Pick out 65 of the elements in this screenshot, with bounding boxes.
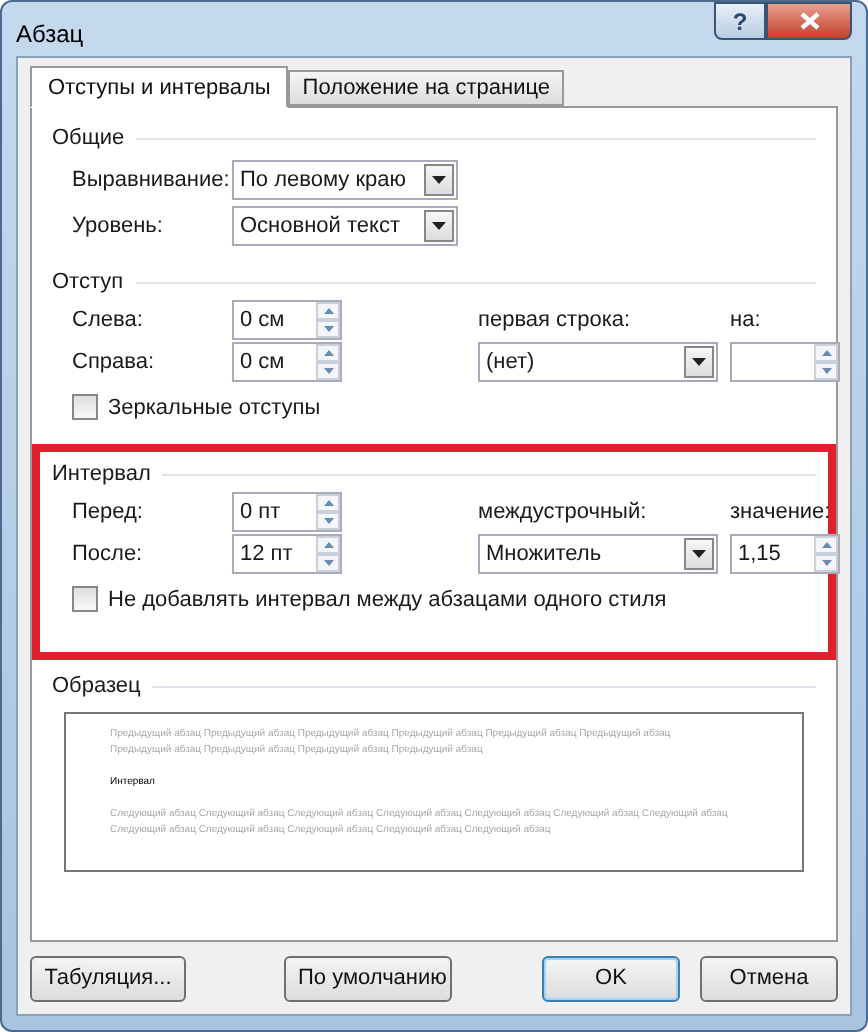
tab[interactable]: Положение на странице [288, 70, 565, 106]
field-label: Слева: [72, 308, 145, 332]
up-arrow-icon [323, 350, 333, 356]
up-arrow-icon [323, 500, 333, 506]
field-label: Выравнивание: [72, 167, 232, 191]
spinner-field[interactable]: 0 пт [232, 492, 342, 532]
spin-up-button[interactable] [814, 344, 838, 362]
spinner-field[interactable]: 0 см [232, 342, 342, 382]
up-arrow-icon [821, 350, 831, 356]
help-button[interactable]: ? [714, 2, 766, 40]
spinner-field[interactable]: 0 см [232, 300, 342, 340]
down-arrow-icon [821, 560, 831, 566]
down-arrow-icon [323, 326, 333, 332]
down-arrow-icon [323, 518, 333, 524]
field-label: на: [730, 308, 763, 332]
dropdown-arrow-icon [432, 221, 446, 229]
field-label: первая строка: [478, 308, 633, 332]
section-title: Образец [52, 674, 141, 698]
spinner-field[interactable] [730, 342, 840, 382]
spin-down-button[interactable] [316, 320, 340, 338]
field-label: междустрочный: [478, 500, 649, 524]
spin-down-button[interactable] [814, 362, 838, 380]
field-label: Уровень: [72, 213, 165, 237]
down-arrow-icon [323, 560, 333, 566]
checkbox[interactable] [72, 586, 98, 612]
dialog-button[interactable]: Отмена [700, 955, 838, 1001]
dialog-button[interactable]: По умолчанию [284, 955, 452, 1001]
dialog-button[interactable]: OK [542, 955, 680, 1001]
spin-up-button[interactable] [316, 302, 340, 320]
section-title: Общие [52, 126, 125, 150]
spin-up-button[interactable] [316, 494, 340, 512]
spin-up-button[interactable] [316, 536, 340, 554]
spin-up-button[interactable] [814, 536, 838, 554]
window-title: Абзац [16, 20, 84, 48]
checkbox-label: Зеркальные отступы [108, 395, 321, 419]
section-title: Интервал [52, 462, 151, 486]
field-label: Справа: [72, 350, 157, 374]
tab[interactable]: Отступы и интервалы [30, 66, 289, 108]
close-button[interactable] [766, 2, 852, 40]
checkbox[interactable] [72, 394, 98, 420]
spinner-field[interactable]: 1,15 [730, 534, 840, 574]
field-label: Перед: [72, 500, 145, 524]
dropdown[interactable]: Основной текст [232, 205, 458, 245]
dropdown[interactable]: (нет) [478, 342, 718, 382]
dropdown[interactable]: Множитель [478, 534, 718, 574]
down-arrow-icon [821, 368, 831, 374]
spin-down-button[interactable] [316, 554, 340, 572]
spinner-field[interactable]: 12 пт [232, 534, 342, 574]
up-arrow-icon [323, 542, 333, 548]
close-icon [799, 12, 819, 30]
spin-down-button[interactable] [316, 512, 340, 530]
dialog-button[interactable]: Табуляция... [30, 955, 186, 1001]
checkbox-label: Не добавлять интервал между абзацами одного стиля [108, 587, 667, 611]
dropdown-arrow-icon [692, 358, 706, 366]
spin-down-button[interactable] [316, 362, 340, 380]
dropdown-arrow-icon [692, 550, 706, 558]
dropdown[interactable]: По левому краю [232, 159, 458, 199]
down-arrow-icon [323, 368, 333, 374]
field-label: После: [72, 542, 145, 566]
spin-down-button[interactable] [814, 554, 838, 572]
up-arrow-icon [821, 542, 831, 548]
spin-up-button[interactable] [316, 344, 340, 362]
up-arrow-icon [323, 308, 333, 314]
section-title: Отступ [52, 270, 124, 294]
dropdown-arrow-icon [432, 175, 446, 183]
